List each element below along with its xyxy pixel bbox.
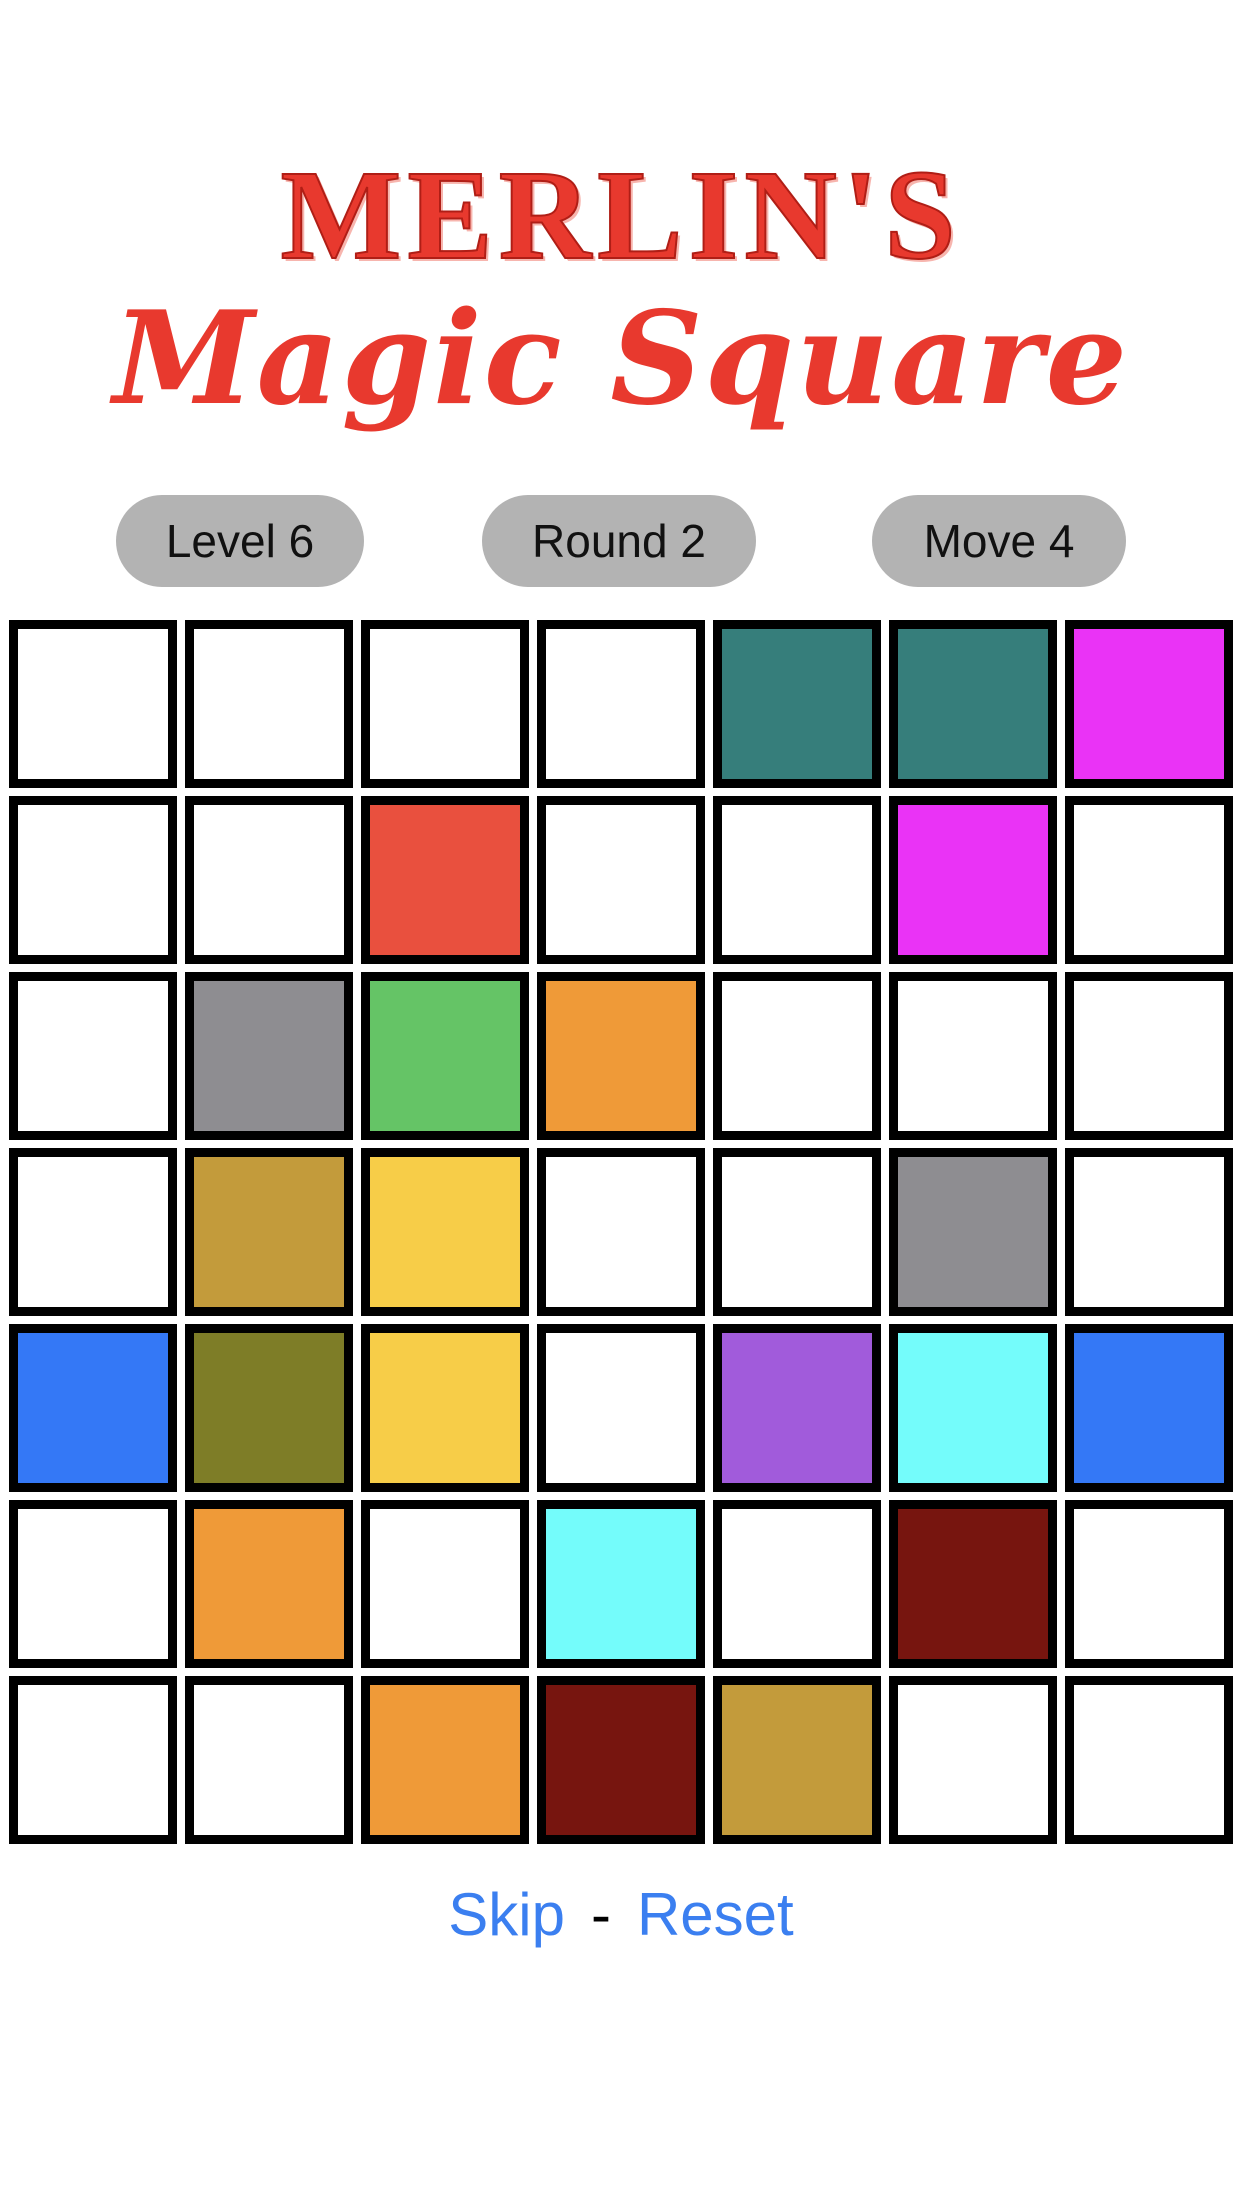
- board-cell[interactable]: [361, 796, 529, 964]
- board-cell[interactable]: [185, 796, 353, 964]
- board-cell[interactable]: [537, 620, 705, 788]
- board-cell[interactable]: [537, 1324, 705, 1492]
- game-board: [9, 620, 1233, 1844]
- board-cell[interactable]: [361, 620, 529, 788]
- board-cell[interactable]: [9, 972, 177, 1140]
- board-cell[interactable]: [1065, 796, 1233, 964]
- board-cell[interactable]: [185, 1676, 353, 1844]
- board-cell[interactable]: [9, 620, 177, 788]
- move-badge: Move 4: [872, 495, 1126, 587]
- board-cell[interactable]: [713, 620, 881, 788]
- board-cell[interactable]: [537, 796, 705, 964]
- title-merlins: MERLIN'S: [280, 144, 962, 286]
- board-cell[interactable]: [361, 972, 529, 1140]
- skip-link[interactable]: Skip: [448, 1881, 565, 1948]
- board-cell[interactable]: [889, 1148, 1057, 1316]
- title-magic-square: Magic Square: [112, 284, 1130, 434]
- level-badge: Level 6: [116, 495, 364, 587]
- board-cell[interactable]: [889, 972, 1057, 1140]
- board-cell[interactable]: [9, 1500, 177, 1668]
- board-cell[interactable]: [9, 1324, 177, 1492]
- board-cell[interactable]: [1065, 972, 1233, 1140]
- board-cell[interactable]: [713, 972, 881, 1140]
- board-cell[interactable]: [537, 1500, 705, 1668]
- board-cell[interactable]: [9, 1148, 177, 1316]
- board-cell[interactable]: [1065, 1148, 1233, 1316]
- game-title: MERLIN'S Magic Square: [0, 144, 1242, 434]
- round-badge: Round 2: [482, 495, 756, 587]
- board-cell[interactable]: [185, 972, 353, 1140]
- board-cell[interactable]: [1065, 1324, 1233, 1492]
- board-cell[interactable]: [889, 1500, 1057, 1668]
- board-cell[interactable]: [361, 1676, 529, 1844]
- footer-actions: Skip - Reset: [0, 1875, 1242, 1955]
- board-cell[interactable]: [889, 1676, 1057, 1844]
- board-cell[interactable]: [9, 1676, 177, 1844]
- board-cell[interactable]: [1065, 1500, 1233, 1668]
- board-cell[interactable]: [1065, 620, 1233, 788]
- board-cell[interactable]: [713, 1148, 881, 1316]
- footer-separator: -: [590, 1881, 611, 1948]
- board-cell[interactable]: [889, 796, 1057, 964]
- board-cell[interactable]: [713, 796, 881, 964]
- board-cell[interactable]: [537, 1148, 705, 1316]
- board-cell[interactable]: [185, 1148, 353, 1316]
- board-cell[interactable]: [361, 1148, 529, 1316]
- board-cell[interactable]: [361, 1324, 529, 1492]
- board-cell[interactable]: [889, 620, 1057, 788]
- board-cell[interactable]: [9, 796, 177, 964]
- board-cell[interactable]: [1065, 1676, 1233, 1844]
- board-cell[interactable]: [537, 1676, 705, 1844]
- board-cell[interactable]: [889, 1324, 1057, 1492]
- board-cell[interactable]: [361, 1500, 529, 1668]
- board-cell[interactable]: [537, 972, 705, 1140]
- board-cell[interactable]: [713, 1676, 881, 1844]
- board-cell[interactable]: [185, 1500, 353, 1668]
- board-cell[interactable]: [185, 620, 353, 788]
- board-cell[interactable]: [185, 1324, 353, 1492]
- board-cell[interactable]: [713, 1324, 881, 1492]
- reset-link[interactable]: Reset: [637, 1881, 794, 1948]
- board-cell[interactable]: [713, 1500, 881, 1668]
